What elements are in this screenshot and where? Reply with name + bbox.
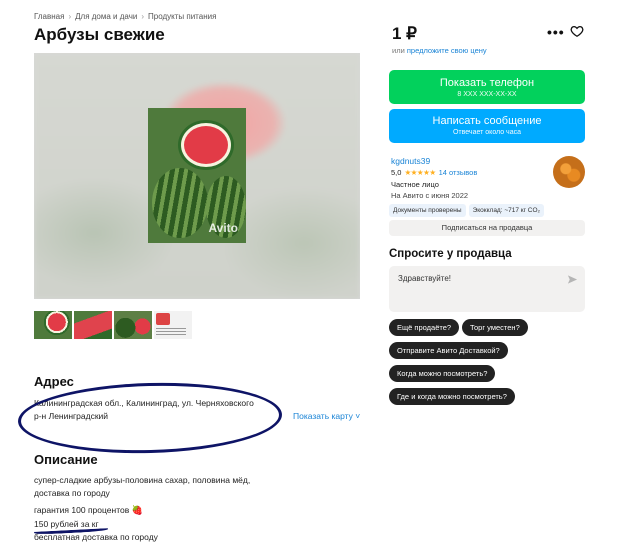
offer-price-link[interactable]: предложите свою цену [407, 46, 487, 55]
description-line: супер-сладкие арбузы-половина сахар, пол… [34, 475, 251, 485]
rating-value: 5,0 [391, 168, 402, 177]
reviews-link[interactable]: 14 отзывов [439, 168, 478, 177]
price: 1 ₽ [392, 24, 417, 43]
star-rating-icon: ★★★★★ [404, 168, 436, 177]
breadcrumb: Главная › Для дома и дачи › Продукты пит… [34, 12, 216, 21]
show-map-link[interactable]: Показать карту ˅ [293, 411, 360, 421]
price-offer-prefix: или [392, 46, 405, 55]
phone-mask: 8 XXX XXX-XX-XX [457, 91, 517, 98]
description-line: доставка по городу [34, 488, 110, 498]
breadcrumb-home[interactable]: Главная [34, 12, 64, 21]
chevron-right-icon: › [68, 12, 72, 21]
show-phone-button[interactable]: Показать телефон 8 XXX XXX-XX-XX [389, 70, 585, 104]
eco-badge[interactable]: Экокклад: ~717 кг CO₂ [468, 204, 545, 217]
show-phone-label: Показать телефон [439, 77, 535, 89]
seller-type: Частное лицо [391, 180, 439, 189]
description-heading: Описание [34, 452, 98, 467]
message-input[interactable]: Здравствуйте! [389, 266, 585, 312]
thumbnail-strip [34, 311, 192, 339]
watermelon-image [152, 168, 208, 238]
subscribe-seller-button[interactable]: Подписаться на продавца [389, 220, 585, 236]
quick-question-where-when-view[interactable]: Где и когда можно посмотреть? [389, 388, 515, 405]
quick-question-delivery[interactable]: Отправите Авито Доставкой? [389, 342, 508, 359]
quick-question-still-selling[interactable]: Ещё продаёте? [389, 319, 460, 336]
description-text-segment: гарантия 100 процентов [34, 505, 130, 515]
seller-badges: Документы проверены Экокклад: ~717 кг CO… [389, 204, 545, 217]
thumbnail-4[interactable] [154, 311, 192, 339]
ask-seller-heading: Спросите у продавца [389, 248, 512, 260]
more-options-icon[interactable]: ••• [547, 24, 565, 40]
watermelon-slice-image [178, 120, 234, 170]
seller-name-link[interactable]: kgdnuts39 [391, 156, 430, 166]
thumbnail-1[interactable] [34, 311, 72, 339]
write-message-button[interactable]: Написать сообщение Отвечает около часа [389, 109, 585, 143]
chevron-right-icon: › [141, 12, 144, 21]
address-heading: Адрес [34, 374, 74, 389]
main-photo[interactable]: Avito [148, 108, 246, 243]
hand-drawn-circle-annotation [17, 379, 283, 457]
price-offer: или предложите свою цену [392, 46, 487, 55]
page-title: Арбузы свежие [34, 25, 165, 44]
thumbnail-2[interactable] [74, 311, 112, 339]
write-message-label: Написать сообщение [432, 115, 542, 127]
thumbnail-3[interactable] [114, 311, 152, 339]
avito-watermark: Avito [208, 221, 238, 235]
strawberry-icon: 🍓 [131, 505, 143, 515]
photo-gallery[interactable]: Avito [34, 53, 360, 299]
documents-verified-badge[interactable]: Документы проверены [389, 204, 466, 217]
send-icon[interactable] [567, 274, 578, 285]
quick-question-bargain[interactable]: Торг уместен? [462, 319, 528, 336]
avatar[interactable] [553, 156, 585, 188]
seller-since: На Авито с июня 2022 [391, 191, 469, 200]
seller-rating: 5,0 ★★★★★ 14 отзывов [391, 168, 477, 177]
description-line: гарантия 100 процентов 🍓 [34, 505, 143, 516]
message-input-value: Здравствуйте! [398, 274, 452, 283]
heart-icon[interactable] [570, 24, 584, 38]
quick-question-when-view[interactable]: Когда можно посмотреть? [389, 365, 496, 382]
breadcrumb-food[interactable]: Продукты питания [148, 12, 216, 21]
response-time: Отвечает около часа [452, 129, 521, 136]
breadcrumb-home-garden[interactable]: Для дома и дачи [75, 12, 137, 21]
